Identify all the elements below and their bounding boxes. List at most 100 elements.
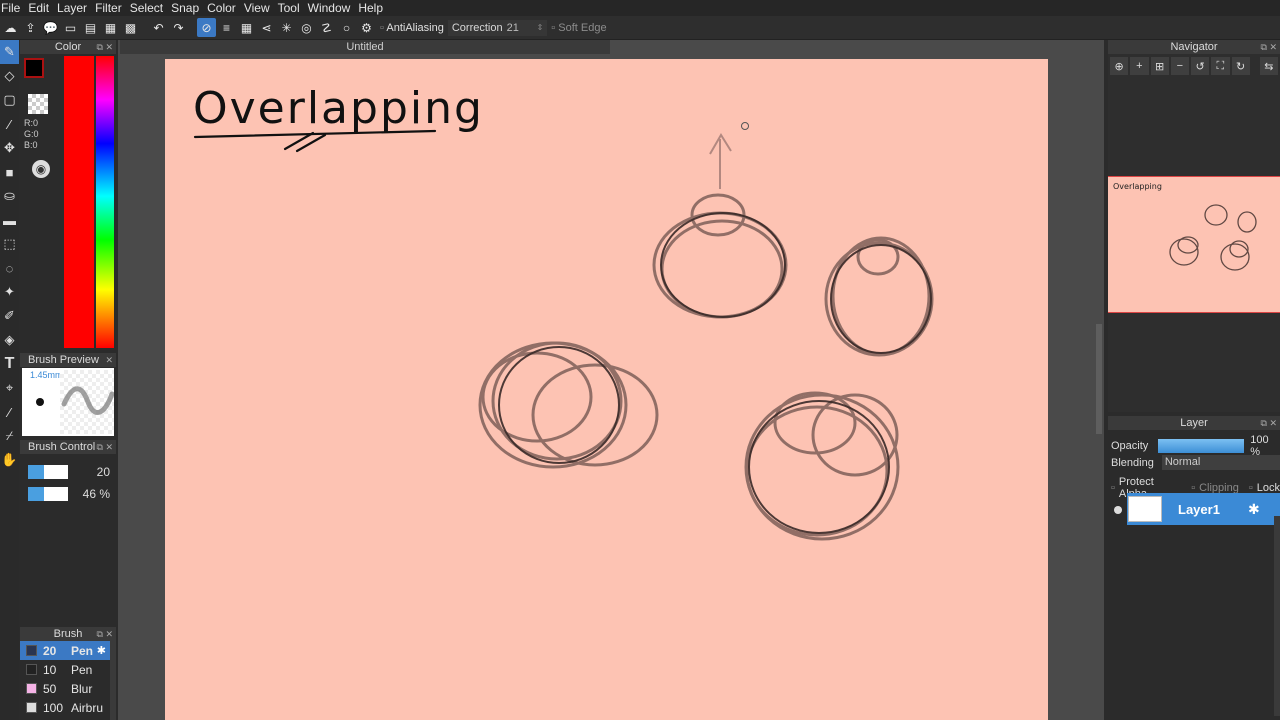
select-eraser-icon[interactable]: ◈ (0, 328, 19, 352)
chat-icon[interactable]: 💬 (41, 18, 60, 37)
snap-settings-icon[interactable]: ⚙ (357, 18, 376, 37)
flip-icon[interactable]: ⇆ (1259, 57, 1278, 75)
menu-tool[interactable]: Tool (274, 0, 304, 16)
document-icon[interactable]: ▤ (81, 18, 100, 37)
snap-curve-icon[interactable]: ☡ (317, 18, 336, 37)
snap-off-icon[interactable]: ⊘ (197, 18, 216, 37)
gear-icon[interactable]: ✱ (97, 644, 106, 657)
brush-list-scrollbar[interactable] (110, 641, 116, 720)
select-pen-icon[interactable]: ✐ (0, 304, 19, 328)
menu-snap[interactable]: Snap (167, 0, 203, 16)
menu-file[interactable]: File (0, 0, 24, 16)
brush-tool-icon[interactable]: ✎ (0, 40, 19, 64)
grid-icon[interactable]: ▦ (101, 18, 120, 37)
panel-close-icon[interactable]: ✕ (105, 353, 113, 367)
eraser-tool-icon[interactable]: ◇ (0, 64, 19, 88)
blending-select[interactable]: Normal (1161, 455, 1280, 470)
brush-item-pen-20[interactable]: 20 Pen ✱ (20, 641, 116, 660)
navigator-header: Navigator ⧉ ✕ (1108, 40, 1280, 54)
transparent-swatch[interactable] (28, 94, 48, 114)
lasso-tool-icon[interactable]: ◌ (0, 256, 19, 280)
opacity-slider[interactable] (1158, 439, 1245, 453)
menu-color[interactable]: Color (203, 0, 240, 16)
menu-window[interactable]: Window (304, 0, 355, 16)
navigator-title: Navigator (1170, 41, 1218, 53)
soft-edge-toggle[interactable]: ▫ Soft Edge (547, 22, 610, 34)
menu-layer[interactable]: Layer (53, 0, 91, 16)
brush-size-value[interactable]: 20 (74, 465, 110, 479)
navigator-thumbnail[interactable]: Overlapping (1108, 176, 1280, 313)
menu-select[interactable]: Select (126, 0, 167, 16)
rotate-right-icon[interactable]: ↻ (1231, 57, 1250, 75)
snap-grid-icon[interactable]: ▦ (237, 18, 256, 37)
snap-radial-icon[interactable]: ✳ (277, 18, 296, 37)
snap-circle-icon[interactable]: ◎ (297, 18, 316, 37)
snap-vanishing-icon[interactable]: ⋖ (257, 18, 276, 37)
correction-value[interactable]: 21 (507, 22, 537, 34)
saturation-value-field[interactable] (64, 56, 94, 348)
canvas-vertical-scrollbar[interactable] (1096, 324, 1102, 434)
panel-close-icon[interactable]: ⧉ ✕ (97, 40, 113, 54)
handwritten-title-drawing: Overlapping (193, 83, 482, 153)
brush-item-pen-10[interactable]: 10 Pen (20, 660, 116, 679)
export-icon[interactable]: ⇪ (21, 18, 40, 37)
brush-opacity-slider[interactable] (28, 487, 68, 501)
dot-pen-icon[interactable]: ⁄ (0, 112, 19, 136)
brush-item-blur[interactable]: 50 Blur (20, 679, 116, 698)
gradient-tool-icon[interactable]: ▬ (0, 208, 19, 232)
menu-help[interactable]: Help (354, 0, 387, 16)
snap-ellipse-icon[interactable]: ○ (337, 18, 356, 37)
brush-opacity-value[interactable]: 46 % (74, 487, 110, 501)
arrow-sketch (709, 133, 732, 189)
gear-icon[interactable]: ✱ (1248, 501, 1260, 518)
rotate-left-icon[interactable]: ↺ (1191, 57, 1210, 75)
spin-arrow-icon[interactable]: ⇕ (537, 23, 544, 32)
grid-small-icon[interactable]: ▩ (121, 18, 140, 37)
undo-icon[interactable]: ↶ (149, 18, 168, 37)
menu-filter[interactable]: Filter (91, 0, 126, 16)
bucket-tool-icon[interactable]: ⛀ (0, 184, 19, 208)
hand-tool-icon[interactable]: ✋ (0, 448, 19, 472)
foreground-color-swatch[interactable] (24, 58, 44, 78)
zoom-fit-icon[interactable]: ⊕ (1110, 57, 1129, 75)
soft-edge-checkbox-icon[interactable]: ▫ (551, 22, 555, 34)
zoom-out-icon[interactable]: − (1170, 57, 1189, 75)
select-rect-icon[interactable]: ⬚ (0, 232, 19, 256)
zoom-in-icon[interactable]: + (1130, 57, 1149, 75)
cloud-icon[interactable]: ☁ (1, 18, 20, 37)
hue-slider[interactable] (96, 56, 114, 348)
snap-parallel-icon[interactable]: ≡ (217, 18, 236, 37)
monitor-icon[interactable]: ▭ (61, 18, 80, 37)
menu-view[interactable]: View (240, 0, 274, 16)
menu-edit[interactable]: Edit (24, 0, 53, 16)
brush-size-slider[interactable] (28, 465, 68, 479)
fit-window-icon[interactable]: ⛶ (1211, 57, 1230, 75)
canvas-paper[interactable]: Overlapping (165, 59, 1048, 720)
zoom-actual-icon[interactable]: ⊞ (1150, 57, 1169, 75)
panel-close-icon[interactable]: ⧉ ✕ (1261, 416, 1277, 430)
correction-select[interactable]: Correction 21 ⇕ (447, 19, 548, 36)
brush-item-airbrush[interactable]: 100 Airbru (20, 698, 116, 717)
magic-wand-icon[interactable]: ✦ (0, 280, 19, 304)
move-tool-icon[interactable]: ✥ (0, 136, 19, 160)
eyedropper-2-icon[interactable]: ⌿ (0, 424, 19, 448)
brush-panel-header: Brush ⧉ ✕ (20, 627, 116, 641)
frame-divider-icon[interactable]: ⌖ (0, 376, 19, 400)
protect-alpha-checkbox[interactable]: ▫ (1111, 482, 1115, 494)
antialiasing-toggle[interactable]: ▫ AntiAliasing (376, 22, 448, 34)
text-tool-icon[interactable]: T (0, 352, 19, 376)
eyedropper-icon[interactable]: ⁄ (0, 400, 19, 424)
layer-list-scrollbar[interactable] (1274, 516, 1280, 716)
panel-close-icon[interactable]: ⧉ ✕ (1261, 40, 1277, 54)
panel-close-icon[interactable]: ⧉ ✕ (97, 627, 113, 641)
document-tab[interactable]: Untitled (120, 40, 610, 54)
fill-rect-icon[interactable]: ■ (0, 160, 19, 184)
palette-icon[interactable]: ◉ (32, 160, 50, 178)
layer-item[interactable]: Layer1 ✱ (1127, 493, 1280, 525)
layer-visibility-icon[interactable] (1114, 506, 1122, 514)
redo-icon[interactable]: ↷ (169, 18, 188, 37)
object-tool-icon[interactable]: ▢ (0, 88, 19, 112)
navigator-panel: Navigator ⧉ ✕ ⊕ + ⊞ − ↺ ⛶ ↻ ⇆ Overlappin… (1108, 40, 1280, 412)
antialiasing-checkbox-icon[interactable]: ▫ (380, 22, 384, 34)
panel-close-icon[interactable]: ⧉ ✕ (97, 440, 113, 454)
